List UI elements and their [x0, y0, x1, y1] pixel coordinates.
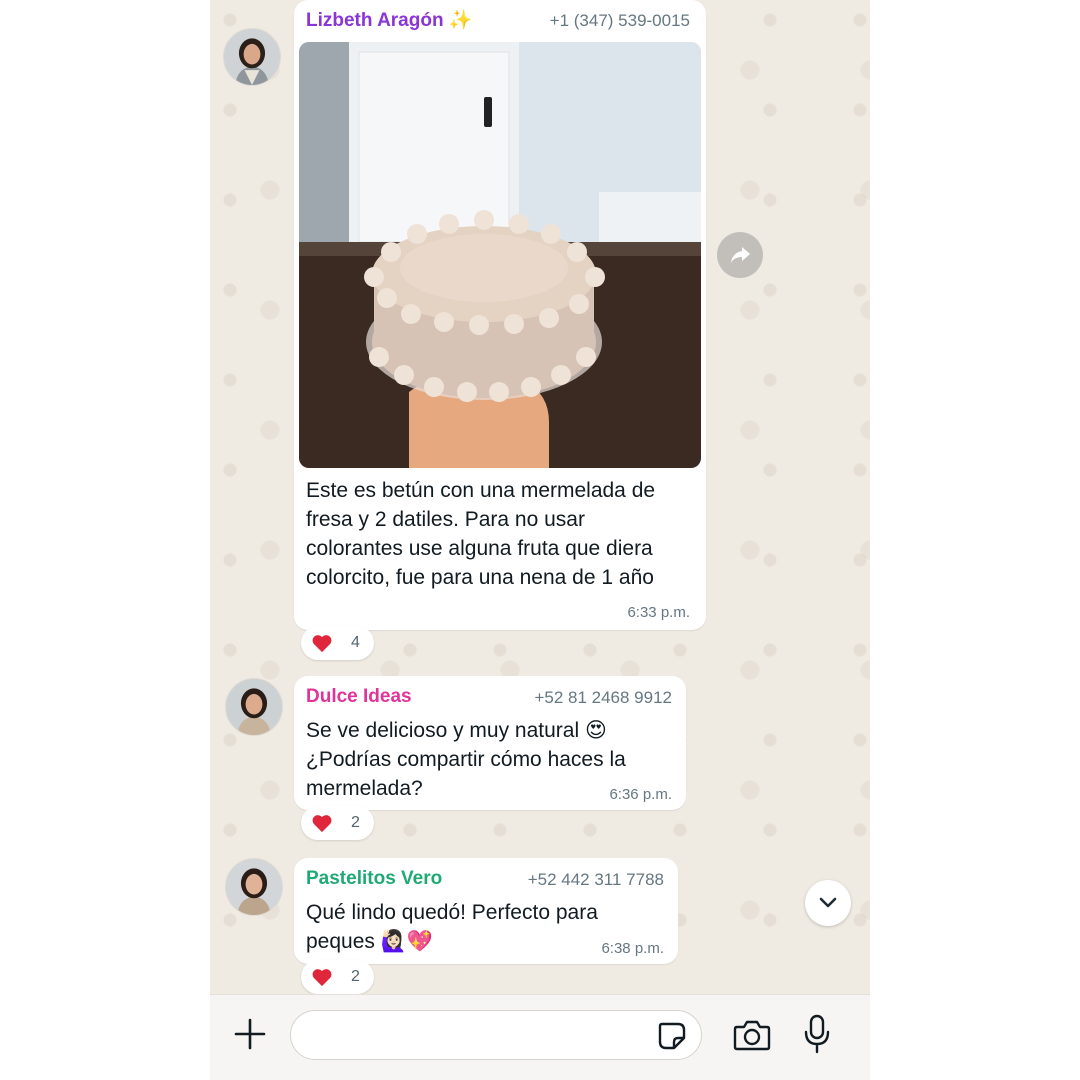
- reaction-count: 2: [351, 814, 360, 831]
- avatar-image: [226, 679, 282, 735]
- message-text: Este es betún con una mermelada de fresa…: [306, 479, 656, 589]
- reaction-count: 4: [351, 634, 360, 651]
- message-time: 6:36 p.m.: [609, 786, 672, 803]
- cake-photo-image: [299, 42, 701, 468]
- forward-arrow-icon: [731, 247, 750, 263]
- sender-name[interactable]: Dulce Ideas: [306, 686, 412, 708]
- sender-phone: +52 442 311 7788: [527, 870, 664, 889]
- avatar-lizbeth[interactable]: [223, 28, 281, 86]
- message-time: 6:33 p.m.: [627, 604, 690, 621]
- microphone-icon[interactable]: [803, 1014, 831, 1054]
- reaction-badge[interactable]: 2: [301, 806, 374, 840]
- sender-phone: +1 (347) 539-0015: [549, 11, 690, 30]
- sender-phone: +52 81 2468 9912: [534, 688, 672, 707]
- chevron-down-icon: [819, 897, 837, 908]
- avatar-pastelitos-vero[interactable]: [225, 858, 283, 916]
- message-text: Qué lindo quedó! Perfecto para peques 🙋🏻…: [306, 901, 598, 953]
- scroll-to-bottom-button[interactable]: [805, 880, 851, 926]
- avatar-image: [224, 29, 280, 85]
- heart-icon: [312, 635, 332, 653]
- sender-name[interactable]: Lizbeth Aragón ✨: [306, 8, 473, 32]
- cake-photo[interactable]: [299, 42, 701, 468]
- reaction-count: 2: [351, 968, 360, 985]
- message-time: 6:38 p.m.: [601, 940, 664, 957]
- reaction-badge[interactable]: 2: [301, 960, 374, 994]
- camera-icon[interactable]: [733, 1018, 771, 1052]
- heart-icon: [312, 815, 332, 833]
- sticker-icon[interactable]: [656, 1020, 688, 1052]
- avatar-image: [226, 859, 282, 915]
- plus-icon[interactable]: [234, 1018, 266, 1050]
- sender-name[interactable]: Pastelitos Vero: [306, 868, 442, 890]
- forward-button[interactable]: [717, 232, 763, 278]
- avatar-dulce-ideas[interactable]: [225, 678, 283, 736]
- heart-icon: [312, 969, 332, 987]
- message-input[interactable]: [290, 1010, 702, 1060]
- reaction-badge[interactable]: 4: [301, 626, 374, 660]
